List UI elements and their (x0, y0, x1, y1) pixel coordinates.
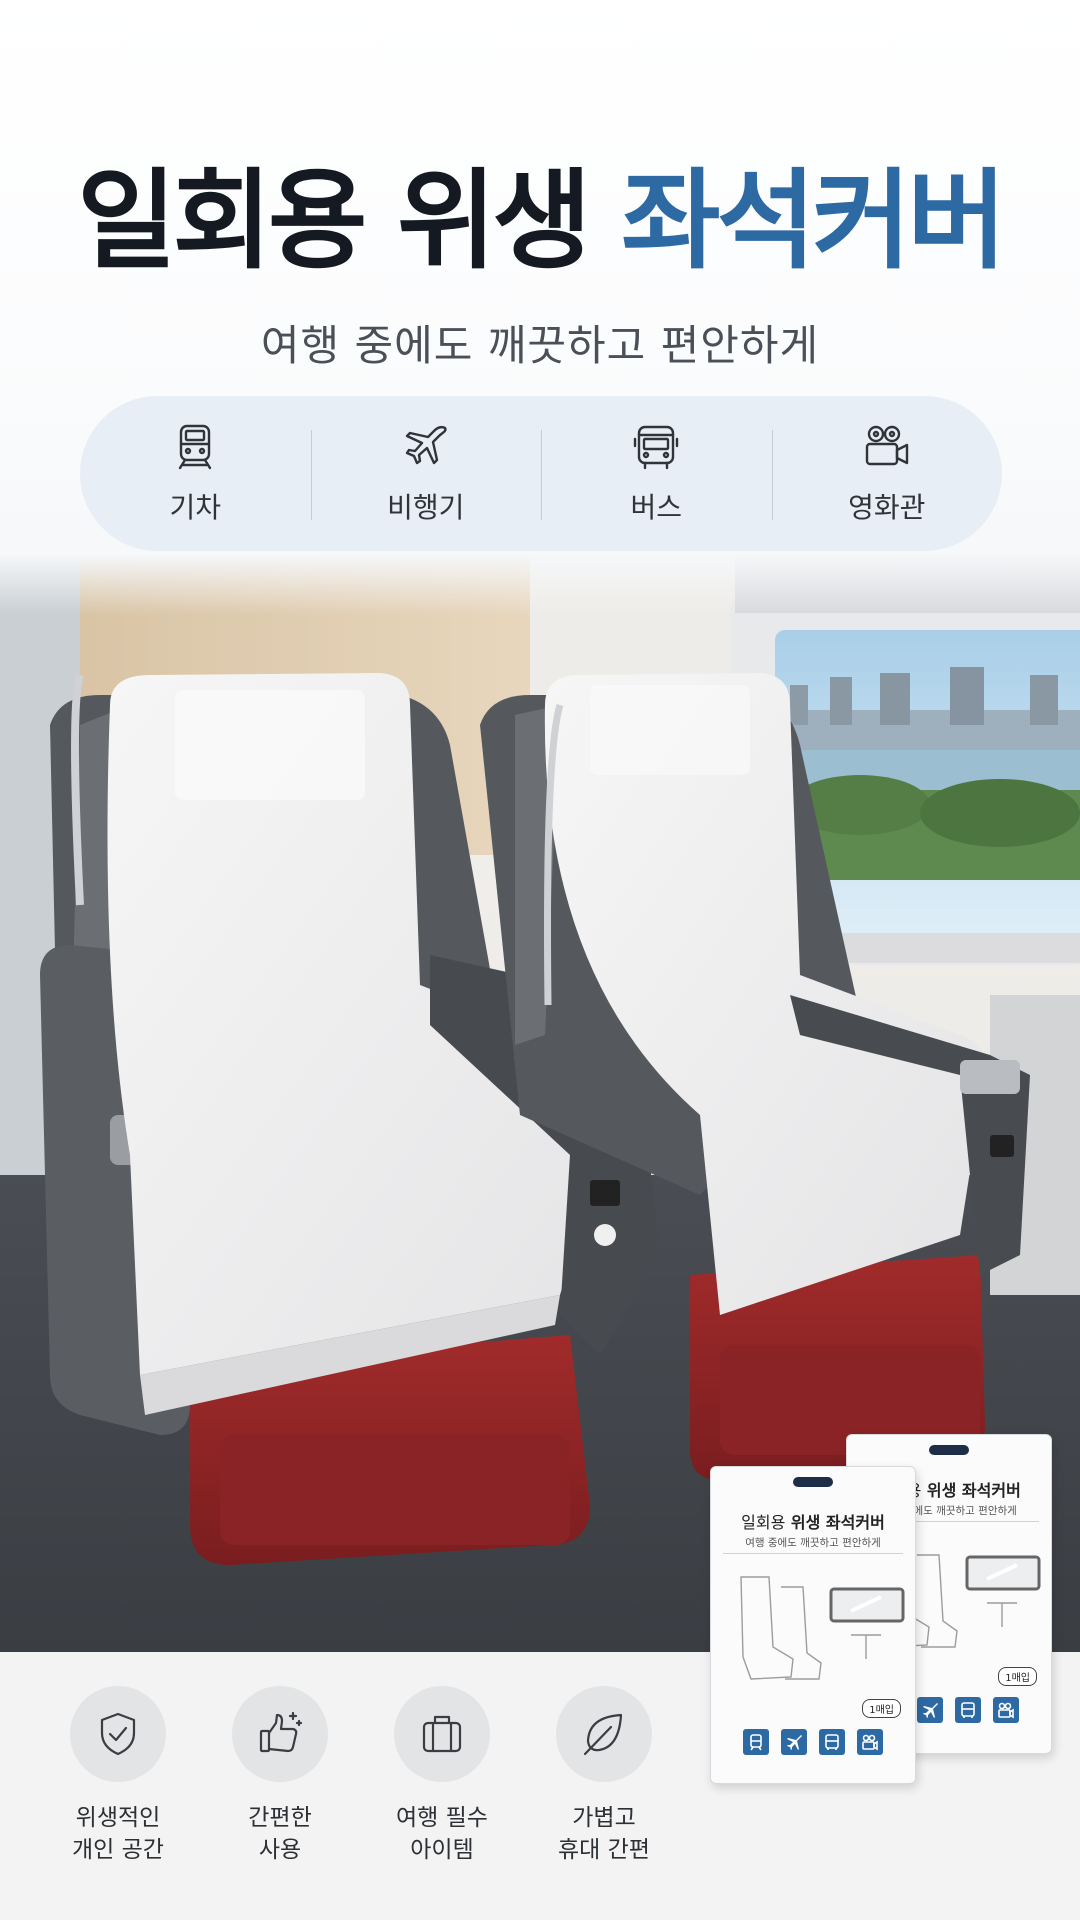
bus-icon (955, 1697, 981, 1723)
movie-camera-icon (993, 1697, 1019, 1723)
seat-cover-illustration (740, 1576, 905, 1680)
feature-label-line2: 개인 공간 (72, 1837, 164, 1863)
feature-icon-circle (394, 1686, 490, 1782)
bus-icon (819, 1729, 845, 1755)
feature-label-line1: 위생적인 (75, 1805, 161, 1831)
package-icon-row (711, 1729, 915, 1755)
package-count-badge: 1매입 (998, 1667, 1037, 1686)
feature-label-line1: 간편한 (248, 1805, 312, 1831)
usage-item-train: 기차 (80, 396, 311, 551)
feature-hygienic: 위생적인 개인 공간 (48, 1686, 188, 1866)
bus-icon (634, 425, 679, 469)
feature-label-line1: 여행 필수 (396, 1805, 488, 1831)
shield-check-icon (100, 1712, 136, 1756)
feature-label-line2: 아이템 (410, 1837, 474, 1863)
feature-icon-circle (556, 1686, 652, 1782)
page-subtitle: 여행 중에도 깨끗하고 편안하게 (260, 321, 820, 370)
usage-label: 비행기 (387, 490, 465, 524)
header: 일회용 위생 좌석커버 여행 중에도 깨끗하고 편안하게 기차 비행기 버스 영… (0, 0, 1080, 590)
page-title: 일회용 위생 좌석커버 (0, 168, 1080, 276)
train-icon (743, 1729, 769, 1755)
airplane-icon (405, 425, 447, 464)
usage-item-bus: 버스 (541, 396, 772, 551)
feature-icon-circle (232, 1686, 328, 1782)
product-package-front: 일회용 위생 좌석커버 여행 중에도 깨끗하고 편안하게 1매입 (710, 1466, 916, 1784)
package-title: 일회용 위생 좌석커버 (711, 1509, 915, 1533)
package-title-bold: 위생 좌석커버 (790, 1513, 885, 1532)
airplane-icon (781, 1729, 807, 1755)
usage-label: 영화관 (848, 490, 926, 524)
package-title-light: 일회용 (741, 1513, 786, 1532)
usage-item-cinema: 영화관 (771, 396, 1003, 551)
movie-camera-icon (857, 1729, 883, 1755)
suitcase-icon (422, 1715, 462, 1753)
feature-easy-use: 간편한 사용 (210, 1686, 350, 1866)
airplane-icon (917, 1697, 943, 1723)
usage-label: 기차 (169, 490, 222, 524)
hang-hole (793, 1477, 833, 1487)
thumbs-up-sparkle-icon (259, 1711, 303, 1753)
feature-icon-circle (70, 1686, 166, 1782)
feature-label-line1: 가볍고 (572, 1805, 636, 1831)
title-accent: 좌석커버 (621, 159, 1006, 284)
hang-hole (929, 1445, 969, 1455)
leaf-icon (583, 1713, 623, 1756)
usage-item-airplane: 비행기 (310, 396, 542, 551)
usage-label: 버스 (630, 490, 683, 524)
package-count-badge: 1매입 (862, 1699, 901, 1718)
title-main: 일회용 위생 (77, 159, 591, 284)
feature-travel-essential: 여행 필수 아이템 (372, 1686, 512, 1866)
usage-bar: 기차 비행기 버스 영화관 (80, 396, 1002, 551)
feature-label-line2: 휴대 간편 (558, 1837, 650, 1863)
package-title-bold: 위생 좌석커버 (926, 1481, 1021, 1500)
movie-camera-icon (865, 425, 908, 465)
divider (723, 1553, 903, 1554)
train-icon (179, 424, 212, 469)
package-subtitle: 여행 중에도 깨끗하고 편안하게 (745, 1537, 881, 1549)
feature-label-line2: 사용 (258, 1837, 302, 1863)
feature-lightweight: 가볍고 휴대 간편 (534, 1686, 674, 1866)
